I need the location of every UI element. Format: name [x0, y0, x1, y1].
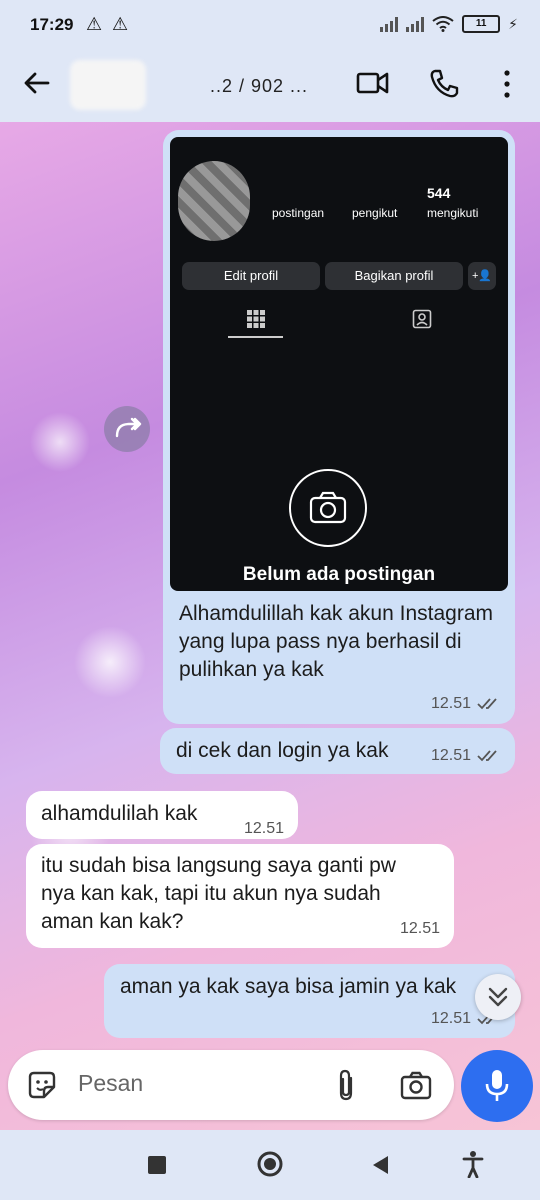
- message-text: alhamdulilah kak: [41, 802, 198, 825]
- wifi-icon: [432, 16, 454, 32]
- message-text: aman ya kak saya bisa jamin ya kak: [120, 975, 457, 998]
- warning-icon: ⚠: [86, 14, 103, 34]
- stat-following-label: mengikuti: [427, 206, 479, 220]
- microphone-icon: [485, 1070, 509, 1101]
- add-person-icon: +👤: [468, 262, 496, 290]
- chat-area[interactable]: postingan pengikut 544 mengikuti Edit pr…: [0, 122, 540, 1130]
- message-text: Alhamdulillah kak akun Instagram yang lu…: [179, 602, 493, 681]
- read-receipt-icon: [477, 750, 497, 762]
- camera-icon[interactable]: [400, 1070, 432, 1100]
- battery-icon: 11: [462, 15, 501, 33]
- attach-icon[interactable]: [334, 1068, 358, 1102]
- double-chevron-down-icon: [488, 987, 508, 1007]
- message-bubble-outgoing[interactable]: postingan pengikut 544 mengikuti Edit pr…: [163, 130, 515, 724]
- tab-indicator: [228, 336, 283, 338]
- message-time: 12.51: [430, 747, 471, 764]
- message-time: 12.51: [430, 1010, 471, 1027]
- charging-icon: ⚡: [508, 15, 518, 32]
- voice-message-button[interactable]: [461, 1050, 533, 1122]
- recents-button[interactable]: [148, 1156, 166, 1174]
- message-time: 12.51: [243, 820, 284, 837]
- message-time: 12.51: [399, 920, 440, 937]
- more-options-icon[interactable]: [500, 68, 514, 100]
- message-bubble-outgoing[interactable]: di cek dan login ya kak 12.51: [160, 728, 515, 774]
- message-time: 12.51: [430, 695, 471, 712]
- tagged-icon: [412, 309, 432, 329]
- grid-icon: [247, 310, 265, 328]
- message-text: di cek dan login ya kak: [176, 739, 389, 762]
- profile-picture: [178, 161, 250, 241]
- system-navigation-bar: [0, 1130, 540, 1200]
- signal-icon: [406, 16, 425, 32]
- message-composer[interactable]: Pesan: [8, 1050, 454, 1120]
- edit-profile-button: Edit profil: [182, 262, 320, 290]
- status-time: 17:29: [30, 15, 74, 34]
- contact-avatar[interactable]: [70, 60, 146, 110]
- message-text: itu sudah bisa langsung saya ganti pw ny…: [41, 854, 396, 933]
- camera-icon: [289, 469, 367, 547]
- sticker-icon[interactable]: [26, 1069, 58, 1101]
- stat-posts-label: postingan: [272, 206, 325, 220]
- status-bar: 17:29 ⚠ ⚠ 11 ⚡: [0, 0, 540, 52]
- scroll-to-bottom-button[interactable]: [475, 974, 521, 1020]
- accessibility-icon[interactable]: [462, 1150, 484, 1178]
- message-meta: 12.51: [431, 742, 501, 770]
- message-meta: 12.51: [400, 915, 440, 943]
- phone-call-icon[interactable]: [428, 68, 460, 100]
- status-icons: 11 ⚡: [380, 15, 518, 33]
- message-input[interactable]: Pesan: [78, 1070, 143, 1097]
- share-profile-button: Bagikan profil: [325, 262, 463, 290]
- video-call-icon[interactable]: [356, 68, 390, 98]
- empty-posts-caption: Belum ada postingan: [242, 564, 436, 585]
- contact-name[interactable]: ..2 / 902 ...: [210, 76, 308, 97]
- back-button[interactable]: [370, 1154, 390, 1176]
- back-arrow-icon[interactable]: [22, 68, 52, 98]
- forward-button[interactable]: [104, 406, 150, 452]
- message-bubble-incoming[interactable]: alhamdulilah kak 12.51: [26, 791, 298, 839]
- message-meta: 12.51: [244, 815, 284, 843]
- shared-image[interactable]: postingan pengikut 544 mengikuti Edit pr…: [170, 137, 508, 591]
- home-button[interactable]: [256, 1150, 284, 1178]
- message-meta: 12.51: [431, 690, 501, 718]
- chat-header: ..2 / 902 ...: [0, 52, 540, 122]
- signal-icon: [380, 16, 399, 32]
- stat-followers-label: pengikut: [352, 206, 398, 220]
- warning-icon: ⚠: [112, 14, 129, 34]
- forward-icon: [115, 417, 142, 438]
- message-bubble-outgoing[interactable]: aman ya kak saya bisa jamin ya kak 12.51: [104, 964, 515, 1038]
- read-receipt-icon: [477, 698, 497, 710]
- message-bubble-incoming[interactable]: itu sudah bisa langsung saya ganti pw ny…: [26, 844, 454, 948]
